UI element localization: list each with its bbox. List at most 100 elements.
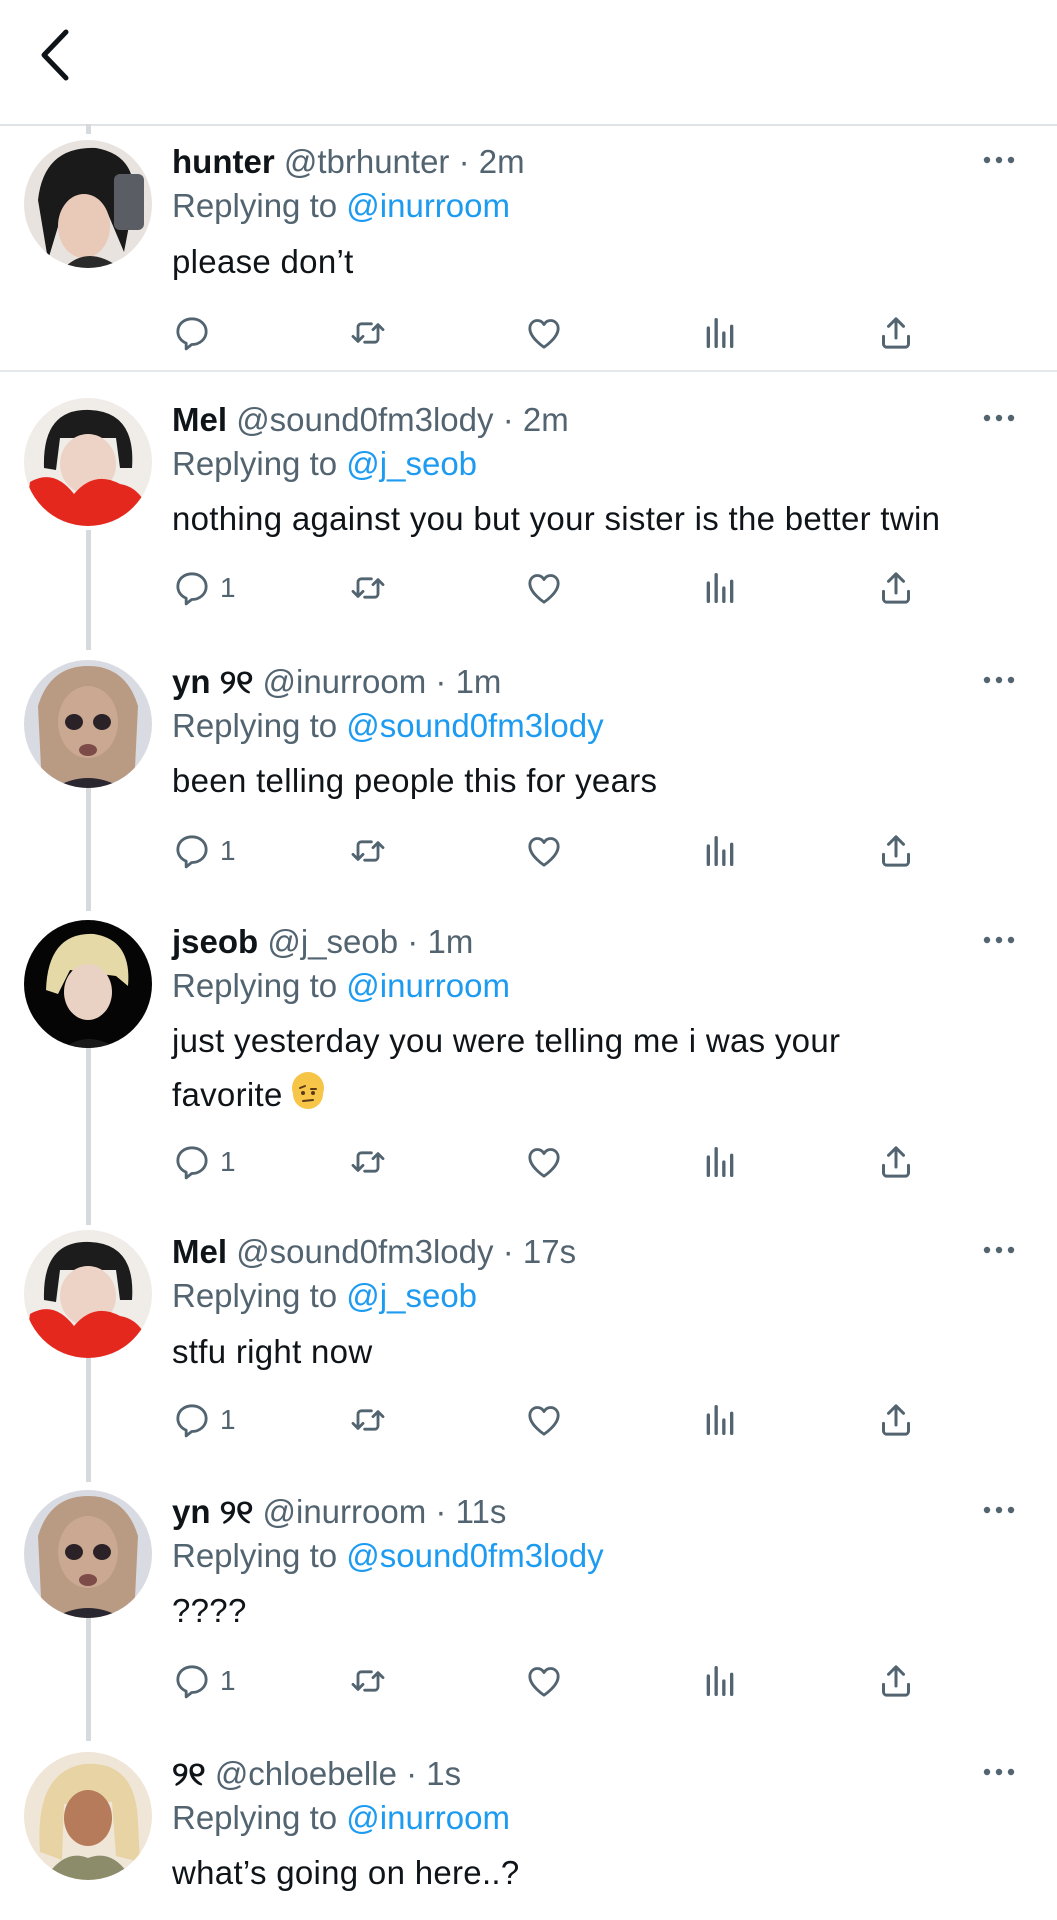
retweet-button[interactable] (348, 308, 388, 358)
replying-to-handle[interactable]: @inurroom (346, 967, 510, 1004)
user-handle[interactable]: @j_seob (267, 923, 398, 960)
display-name[interactable]: Mel (172, 401, 227, 438)
retweet-button[interactable] (348, 826, 388, 876)
display-name[interactable]: ୨୧ (172, 1755, 206, 1792)
avatar[interactable] (24, 398, 152, 526)
tweet-text: just yesterday you were telling me i was… (172, 1014, 1032, 1122)
like-button[interactable] (524, 1395, 564, 1445)
tweet-meta: hunter @tbrhunter · 2m (172, 140, 525, 184)
back-button[interactable] (30, 24, 82, 86)
more-icon (979, 1760, 1019, 1784)
tweet-text: been telling people this for years (172, 762, 658, 799)
more-options-button[interactable] (979, 1760, 1019, 1784)
more-options-button[interactable] (979, 1498, 1019, 1522)
retweet-button[interactable] (348, 1395, 388, 1445)
retweet-icon (348, 1400, 388, 1440)
replying-to-handle[interactable]: @sound0fm3lody (346, 707, 603, 744)
replying-to-label: Replying to (172, 1537, 338, 1574)
reply-button[interactable]: 1 (172, 826, 236, 876)
views-button[interactable] (700, 308, 740, 358)
action-bar (172, 308, 932, 358)
like-icon (524, 568, 564, 608)
reply-tweet[interactable]: jseob @j_seob · 1m Replying to @inurroom… (0, 910, 1057, 1222)
action-bar: 1 (172, 1656, 932, 1706)
reply-button[interactable]: 1 (172, 1395, 236, 1445)
reply-button[interactable]: 1 (172, 1656, 236, 1706)
reply-button[interactable]: 1 (172, 1137, 236, 1187)
share-icon (876, 568, 916, 608)
retweet-button[interactable] (348, 563, 388, 613)
avatar[interactable] (24, 1490, 152, 1618)
views-icon (700, 568, 740, 608)
more-options-button[interactable] (979, 148, 1019, 172)
user-handle[interactable]: @sound0fm3lody (236, 401, 493, 438)
replying-to-handle[interactable]: @sound0fm3lody (346, 1537, 603, 1574)
reply-tweet[interactable]: hunter @tbrhunter · 2m Replying to @inur… (0, 130, 1057, 372)
dot-separator: · (458, 143, 470, 180)
display-name[interactable]: yn (172, 1493, 211, 1530)
timestamp: 1s (426, 1755, 462, 1792)
avatar[interactable] (24, 1752, 152, 1880)
views-button[interactable] (700, 563, 740, 613)
replying-to-handle[interactable]: @j_seob (346, 445, 477, 482)
retweet-icon (348, 1142, 388, 1182)
avatar[interactable] (24, 920, 152, 1048)
share-button[interactable] (876, 1656, 916, 1706)
replying-to-label: Replying to (172, 445, 338, 482)
more-options-button[interactable] (979, 406, 1019, 430)
reply-count: 1 (220, 1404, 236, 1435)
like-button[interactable] (524, 308, 564, 358)
share-button[interactable] (876, 308, 916, 358)
more-options-button[interactable] (979, 668, 1019, 692)
reply-tweet[interactable]: ୨୧ @chloebelle · 1s Replying to @inurroo… (0, 1742, 1057, 1920)
like-button[interactable] (524, 826, 564, 876)
reply-tweet[interactable]: Mel @sound0fm3lody · 17s Replying to @j_… (0, 1220, 1057, 1480)
display-name[interactable]: Mel (172, 1233, 227, 1270)
dot-separator: · (407, 923, 419, 960)
avatar[interactable] (24, 140, 152, 268)
share-button[interactable] (876, 1395, 916, 1445)
replying-to-handle[interactable]: @inurroom (346, 187, 510, 224)
action-bar: 1 (172, 826, 932, 876)
share-button[interactable] (876, 563, 916, 613)
more-options-button[interactable] (979, 928, 1019, 952)
avatar[interactable] (24, 660, 152, 788)
tweet-text-line: just yesterday you were telling me i was… (172, 1022, 841, 1059)
replying-to-handle[interactable]: @j_seob (346, 1277, 477, 1314)
user-handle[interactable]: @tbrhunter (284, 143, 450, 180)
replying-to-handle[interactable]: @inurroom (346, 1799, 510, 1836)
retweet-button[interactable] (348, 1656, 388, 1706)
share-button[interactable] (876, 826, 916, 876)
avatar[interactable] (24, 1230, 152, 1358)
views-button[interactable] (700, 826, 740, 876)
like-button[interactable] (524, 1656, 564, 1706)
reply-button[interactable]: 1 (172, 563, 236, 613)
user-handle[interactable]: @chloebelle (215, 1755, 397, 1792)
views-button[interactable] (700, 1137, 740, 1187)
share-button[interactable] (876, 1137, 916, 1187)
like-button[interactable] (524, 1137, 564, 1187)
like-button[interactable] (524, 563, 564, 613)
reply-tweet[interactable]: Mel @sound0fm3lody · 2m Replying to @j_s… (0, 388, 1057, 648)
tweet-meta: yn ୨୧ @inurroom · 1m (172, 660, 501, 704)
reply-button[interactable] (172, 308, 220, 358)
reply-tweet[interactable]: yn ୨୧ @inurroom · 11s Replying to @sound… (0, 1480, 1057, 1740)
user-handle[interactable]: @inurroom (263, 1493, 427, 1530)
user-handle[interactable]: @sound0fm3lody (236, 1233, 493, 1270)
replying-to-label: Replying to (172, 187, 338, 224)
retweet-button[interactable] (348, 1137, 388, 1187)
views-icon (700, 1661, 740, 1701)
views-button[interactable] (700, 1395, 740, 1445)
user-handle[interactable]: @inurroom (263, 663, 427, 700)
display-name[interactable]: yn (172, 663, 211, 700)
share-icon (876, 1661, 916, 1701)
views-button[interactable] (700, 1656, 740, 1706)
reply-tweet[interactable]: yn ୨୧ @inurroom · 1m Replying to @sound0… (0, 650, 1057, 910)
dot-separator: · (502, 1233, 514, 1270)
display-name[interactable]: hunter (172, 143, 275, 180)
more-options-button[interactable] (979, 1238, 1019, 1262)
views-icon (700, 1400, 740, 1440)
action-bar: 1 (172, 1137, 932, 1187)
reply-icon (172, 1142, 212, 1182)
display-name[interactable]: jseob (172, 923, 258, 960)
